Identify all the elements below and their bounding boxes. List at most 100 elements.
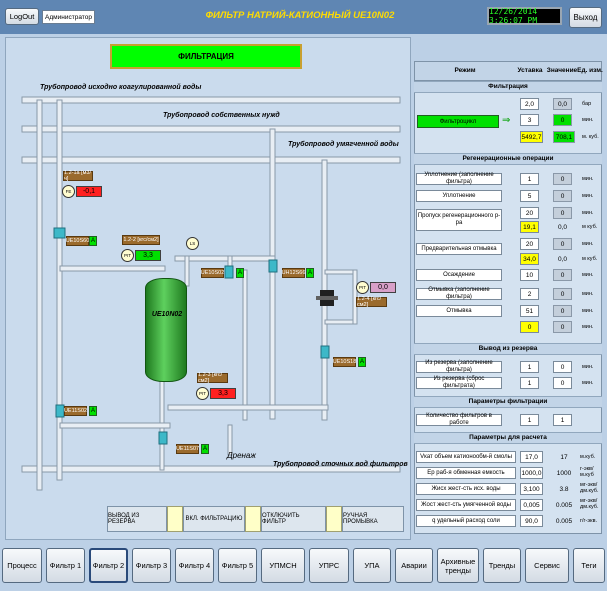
reserve-setpoint[interactable]: 1: [520, 377, 539, 389]
regen-value: 0: [553, 269, 572, 281]
regen-setpoint[interactable]: 5: [520, 190, 539, 202]
regen-unit: мин.: [582, 272, 594, 278]
nav-filter-5[interactable]: Фильтр 5: [218, 548, 257, 583]
valve-tag-ue10s02[interactable]: UE10S02: [201, 268, 224, 278]
flow-sensor-icon: FE: [62, 185, 75, 198]
nav-filter-3[interactable]: Фильтр 3: [132, 548, 171, 583]
valve-tag-uh12s66[interactable]: UH12S66: [282, 268, 305, 278]
section-regeneration: Регенерационные операции: [414, 153, 602, 165]
action-indicator: [245, 506, 261, 532]
pipe-label-source: Трубопровод исходно коагулированной воды: [40, 84, 202, 91]
reserve-label: Из резерва (сброс фильтрата): [416, 376, 502, 389]
pressure-sensor-icon: PIT: [121, 249, 134, 262]
filtration-setpoint[interactable]: 5492,7: [520, 131, 543, 143]
calc-setpoint[interactable]: 90,0: [520, 515, 543, 527]
calc-value: 0.005: [555, 517, 573, 525]
nav-filter-4[interactable]: Фильтр 4: [175, 548, 214, 583]
valve-state-ue10s60: A: [89, 236, 97, 246]
action-button-from-reserve[interactable]: ВЫВОД ИЗ РЕЗЕРВА: [107, 506, 167, 532]
regen-setpoint[interactable]: 20: [520, 238, 539, 250]
regen-unit: мин.: [582, 193, 594, 199]
section-filtration-params: Параметры фильтрации: [414, 396, 602, 408]
valve-tag-ue10s60[interactable]: UE10S60: [66, 236, 89, 246]
regen-setpoint[interactable]: 1: [520, 173, 539, 185]
action-button-manual-wash[interactable]: РУЧНАЯ ПРОМЫВКА: [342, 506, 404, 532]
exit-button[interactable]: Выход: [569, 7, 602, 28]
nav-filter-1[interactable]: Фильтр 1: [46, 548, 85, 583]
valve-tag-ue11s07[interactable]: UE11S07: [176, 444, 199, 454]
calc-unit: м.куб.: [580, 454, 596, 460]
pipe-label-softened: Трубопровод умягченной воды: [288, 141, 399, 148]
regen-setpoint[interactable]: 51: [520, 305, 539, 317]
flow-readout: -0,1: [76, 186, 102, 197]
regen-value: 0: [553, 238, 572, 250]
nav-archive-trends[interactable]: Архивные тренды: [437, 548, 479, 583]
nav-uprs[interactable]: УПРС: [309, 548, 349, 583]
reserve-label: Из резерва (заполнение фильтра): [416, 360, 502, 373]
regen-unit: мин.: [582, 210, 594, 216]
reserve-value: 0: [553, 361, 572, 373]
nav-alarms[interactable]: Аварии: [395, 548, 433, 583]
action-button-start-filtration[interactable]: ВКЛ. ФИЛЬТРАЦИЮ: [183, 506, 245, 532]
regen-setpoint[interactable]: 20: [520, 207, 539, 219]
reserve-setpoint[interactable]: 1: [520, 361, 539, 373]
params-setpoint[interactable]: 1: [520, 414, 539, 426]
filtration-setpoint[interactable]: 3: [520, 114, 539, 126]
regen-setpoint[interactable]: 2: [520, 288, 539, 300]
pipe-label-own-needs: Трубопровод собственных нужд: [163, 112, 280, 119]
filtration-value: 0,0: [553, 98, 572, 110]
nav-upa[interactable]: УПА: [353, 548, 391, 583]
nav-service[interactable]: Сервис: [525, 548, 569, 583]
regen-unit: м куб.: [582, 256, 598, 262]
calc-setpoint[interactable]: 3,100: [520, 483, 543, 495]
filtration-unit: мин.: [582, 117, 594, 123]
regen-label: Уплотнение (заполнение фильтра): [416, 172, 502, 185]
nav-upmsn[interactable]: УПМСН: [261, 548, 305, 583]
regen-value-volume: 0,0: [557, 223, 568, 231]
action-button-stop-filter[interactable]: ОТКЛЮЧИТЬ ФИЛЬТР: [261, 506, 326, 532]
regen-setpoint-volume[interactable]: 19,1: [520, 221, 539, 233]
filtration-value: 0: [553, 114, 572, 126]
calc-value: 17: [560, 453, 568, 461]
regen-setpoint-volume[interactable]: 34,0: [520, 253, 539, 265]
section-reserve: Вывод из резерва: [414, 343, 602, 355]
nav-tags[interactable]: Теги: [573, 548, 605, 583]
pressure-readout-3: 3,3: [210, 388, 236, 399]
calc-label: q удельный расход соли: [416, 515, 516, 527]
valve-state-uh12s66: A: [306, 268, 314, 278]
pressure-sensor-icon: PIT: [196, 387, 209, 400]
instrument-tag-1: 1.2-1а [м3/ч]: [63, 170, 93, 182]
valve-tag-ue11s02[interactable]: UE11S02: [64, 406, 87, 416]
calc-value: 0.005: [555, 501, 573, 509]
regen-setpoint[interactable]: 10: [520, 269, 539, 281]
nav-filter-2[interactable]: Фильтр 2: [89, 548, 128, 583]
calc-unit: г/г-экв.: [580, 518, 598, 524]
regen-value-volume: 0,0: [557, 255, 568, 263]
section-filtration: Фильтрация: [414, 81, 602, 93]
col-value: Значение: [546, 67, 578, 74]
regen-unit: мин.: [582, 241, 594, 247]
calc-setpoint[interactable]: 1000,0: [520, 467, 543, 479]
instrument-tag-4: 1.2-4 [кгс/см2]: [356, 296, 387, 308]
action-indicator: [167, 506, 183, 532]
col-mode: Режим: [454, 67, 476, 74]
regen-setpoint-extra[interactable]: 0: [520, 321, 539, 333]
valve-tag-ue10s18[interactable]: UE10S18: [333, 357, 356, 367]
filter-cycle-button[interactable]: Фильтроцикл: [417, 115, 499, 128]
tank: [145, 278, 187, 382]
calc-label: Ер раб-я обменная емкость: [416, 467, 516, 479]
filtration-setpoint[interactable]: 2,0: [520, 98, 539, 110]
regen-value-extra: 0: [553, 321, 572, 333]
calc-setpoint[interactable]: 17,0: [520, 451, 543, 463]
regen-unit: мин.: [582, 308, 594, 314]
params-label: Количество фильтров в работе: [416, 413, 502, 426]
nav-process[interactable]: Процесс: [2, 548, 42, 583]
pressure-readout-4: 0,0: [370, 282, 396, 293]
regen-label: Предварительная отмывка: [416, 243, 502, 255]
valve-state-ue11s02: A: [89, 406, 97, 416]
filtration-value: 708,1: [553, 131, 575, 143]
calc-setpoint[interactable]: 0,005: [520, 499, 543, 511]
nav-trends[interactable]: Тренды: [483, 548, 521, 583]
params-value: 1: [553, 414, 572, 426]
section-calc-params: Параметры для расчета: [414, 432, 602, 444]
